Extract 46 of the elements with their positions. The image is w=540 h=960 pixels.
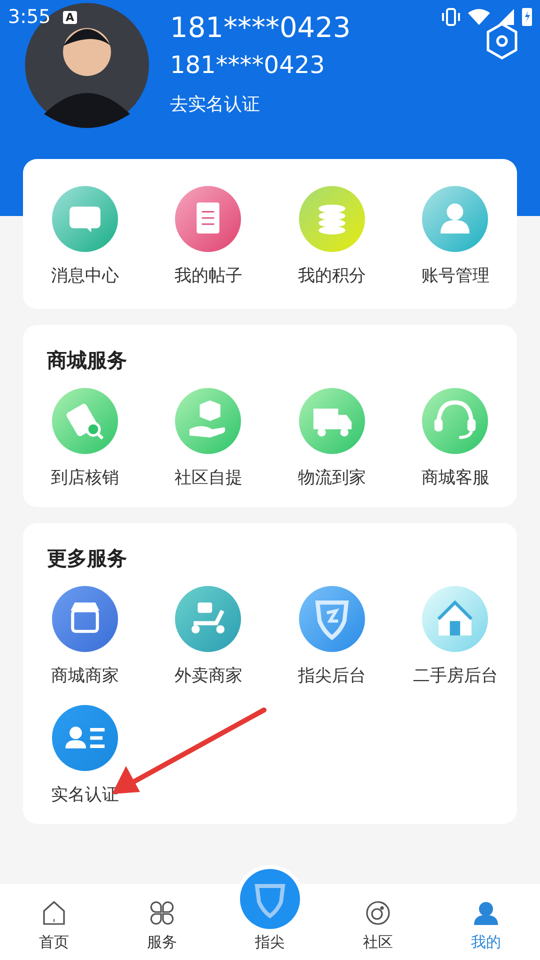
package-icon[interactable]	[175, 388, 242, 454]
status-time: 3:55	[8, 6, 51, 28]
vibrate-icon	[442, 8, 460, 26]
wifi-icon	[468, 9, 490, 25]
battery-icon	[522, 8, 532, 26]
signal-icon	[498, 9, 514, 25]
store-icon[interactable]	[52, 586, 118, 652]
menu-label: 我的帖子	[174, 265, 242, 287]
truck-icon[interactable]	[298, 388, 365, 454]
nav-tab[interactable]: 首页	[0, 899, 108, 952]
id-card-icon[interactable]	[52, 705, 118, 771]
user-icon	[472, 899, 500, 927]
settings-icon[interactable]	[485, 22, 519, 60]
section-title: 更多服务	[47, 545, 128, 572]
verify-link[interactable]: 去实名认证	[170, 92, 260, 116]
scooter-icon[interactable]	[175, 586, 242, 652]
coins-icon[interactable]	[298, 186, 365, 252]
grid-icon	[148, 899, 176, 927]
menu-label: 到店核销	[50, 467, 119, 489]
document-icon[interactable]	[175, 186, 242, 252]
shield-icon[interactable]	[298, 586, 365, 652]
phone-number: 181****0423	[170, 10, 351, 46]
home-icon	[40, 899, 68, 927]
ticket-icon[interactable]	[52, 388, 118, 454]
section-title: 商城服务	[47, 347, 128, 374]
menu-label: 我的积分	[298, 265, 366, 287]
menu-label: 社区自提	[174, 467, 242, 489]
user-icon[interactable]	[422, 186, 488, 252]
menu-label: 实名认证	[50, 784, 119, 806]
menu-label: 商城商家	[50, 665, 119, 687]
shield-logo-icon	[240, 869, 300, 929]
menu-label: 消息中心	[50, 265, 119, 287]
chat-icon[interactable]	[52, 186, 118, 252]
menu-label: 外卖商家	[174, 665, 242, 687]
house-icon[interactable]	[422, 586, 488, 652]
menu-label: 物流到家	[298, 467, 366, 489]
nav-tab[interactable]: 社区	[324, 899, 432, 952]
menu-label: 商城客服	[421, 467, 490, 489]
nav-tab[interactable]: 服务	[108, 899, 216, 952]
nav-tab[interactable]: 我的	[432, 899, 540, 952]
menu-label: 指尖后台	[298, 665, 366, 687]
menu-label: 账号管理	[421, 265, 490, 287]
community-icon	[364, 899, 392, 927]
menu-label: 二手房后台	[412, 665, 498, 687]
headset-icon[interactable]	[422, 388, 488, 454]
account-name: 181****0423	[170, 50, 325, 81]
